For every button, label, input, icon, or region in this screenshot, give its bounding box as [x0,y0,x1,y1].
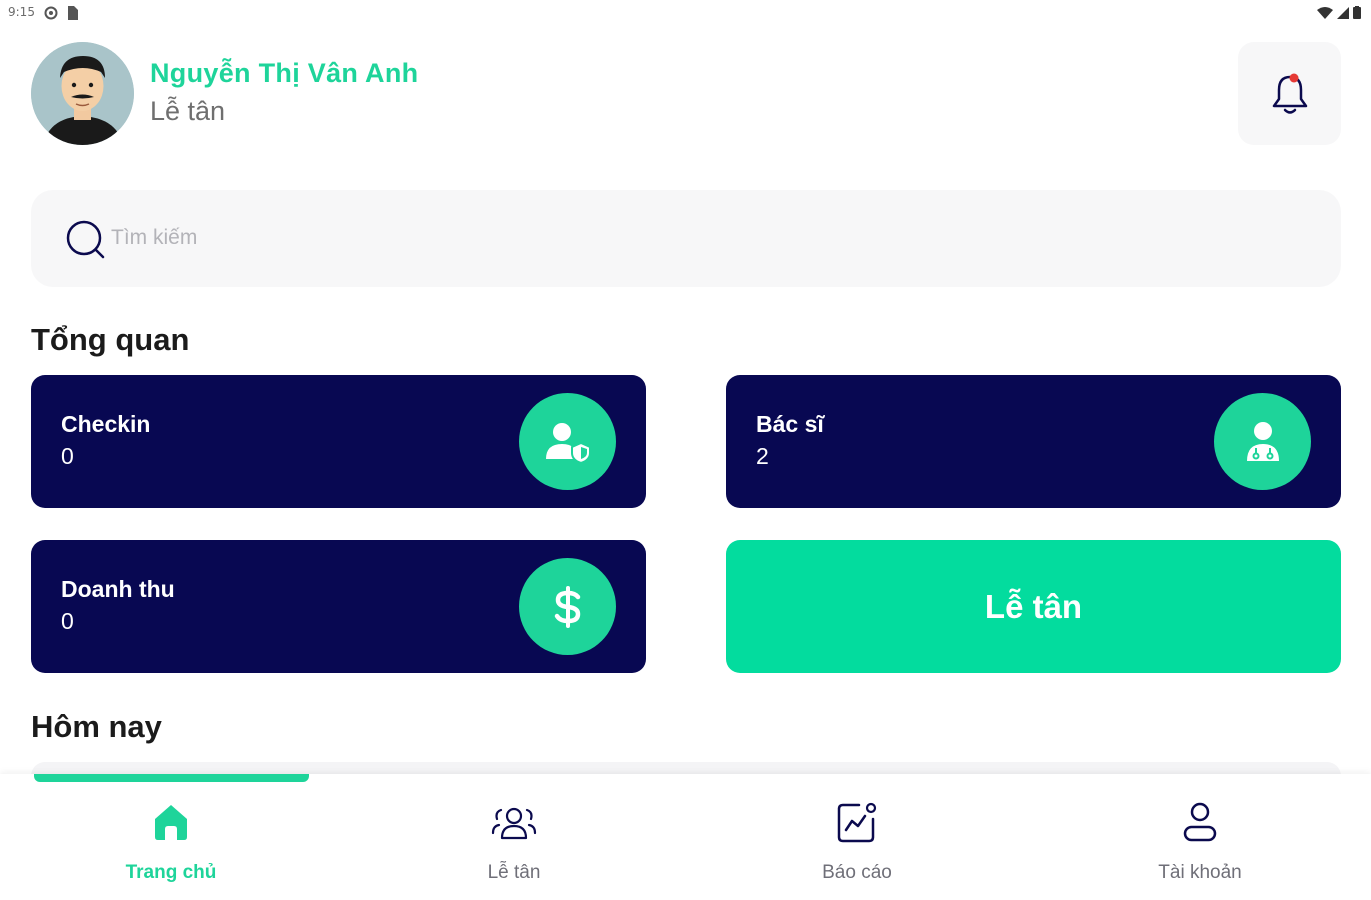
revenue-value: 0 [61,608,74,634]
avatar-illustration [31,42,134,145]
nav-reception-label: Lễ tân [487,862,541,883]
today-title: Hôm nay [31,709,162,744]
notification-button[interactable] [1238,42,1341,145]
status-time: 9:15 [8,5,35,19]
bell-icon [1272,73,1307,114]
bottom-nav: Trang chủ Lễ tân Báo cáo Tài khoản [0,774,1371,900]
dollar-icon [554,585,580,628]
nav-reports[interactable]: Báo cáo [757,800,957,890]
user-name: Nguyễn Thị Vân Anh [150,58,419,88]
header: Nguyễn Thị Vân Anh Lễ tân [31,42,1341,146]
user-shield-icon [545,422,591,463]
group-icon [491,800,537,844]
checkin-value: 0 [61,443,74,469]
revenue-icon-circle [519,558,616,655]
doctor-value: 2 [756,443,769,469]
status-bar: 9:15 [0,0,1371,28]
doctor-icon [1246,421,1279,461]
overview-title: Tổng quan [31,322,190,357]
revenue-card[interactable]: Doanh thu 0 [31,540,646,673]
wifi-icon [1317,6,1333,19]
reception-button[interactable]: Lễ tân [726,540,1341,673]
doctor-icon-circle [1214,393,1311,490]
nav-home[interactable]: Trang chủ [71,800,271,890]
chart-icon [835,800,879,844]
search-icon [66,220,105,259]
status-icons-left [44,6,78,20]
nav-reports-label: Báo cáo [822,862,892,883]
sim-card-icon [68,6,78,20]
nav-reception[interactable]: Lễ tân [414,800,614,890]
status-icons-right [1317,6,1361,19]
settings-status-icon [44,6,58,20]
checkin-icon-circle [519,393,616,490]
home-icon [151,800,191,844]
doctor-label: Bác sĩ [756,411,824,437]
avatar[interactable] [31,42,134,145]
nav-home-label: Trang chủ [125,862,217,883]
search-input[interactable] [111,218,1211,258]
search-bar[interactable] [31,190,1341,287]
revenue-label: Doanh thu [61,576,175,602]
nav-account-label: Tài khoản [1158,862,1242,883]
notification-dot [1289,73,1298,82]
user-role: Lễ tân [150,96,226,126]
checkin-label: Checkin [61,411,151,437]
battery-icon [1353,6,1361,19]
nav-account[interactable]: Tài khoản [1100,800,1300,890]
checkin-card[interactable]: Checkin 0 [31,375,646,508]
user-icon [1182,800,1218,844]
signal-icon [1337,6,1349,19]
doctor-card[interactable]: Bác sĩ 2 [726,375,1341,508]
active-tab-indicator [34,774,309,782]
